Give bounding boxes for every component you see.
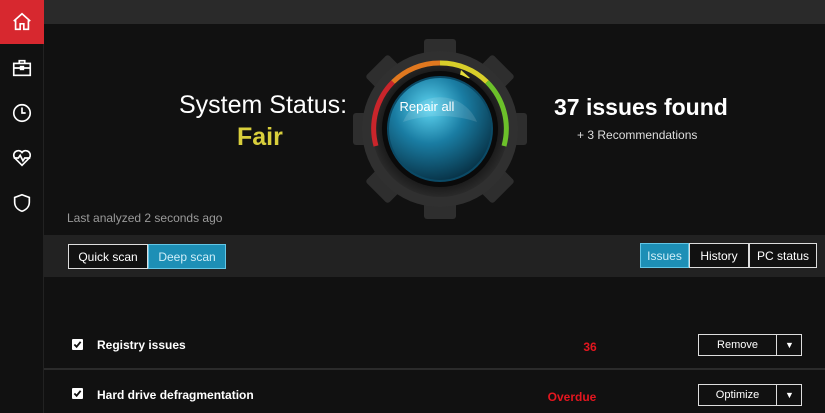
- tab-history[interactable]: History: [689, 243, 749, 268]
- issues-list: Registry issues 36 Remove ▼ Hard drive d…: [44, 277, 825, 413]
- status-gauge: [353, 39, 527, 219]
- system-status-value: Fair: [237, 123, 283, 151]
- nav-history[interactable]: [0, 91, 44, 135]
- row-label: Registry issues: [97, 338, 186, 352]
- tab-issues[interactable]: Issues: [640, 243, 689, 268]
- checkmark-icon: [73, 390, 82, 398]
- title-bar: [44, 0, 825, 24]
- briefcase-icon: [12, 59, 32, 77]
- row-label: Hard drive defragmentation: [97, 388, 254, 402]
- list-item: Registry issues 36 Remove ▼: [44, 325, 825, 365]
- repair-all-button[interactable]: Repair all: [372, 99, 482, 114]
- shield-icon: [13, 193, 31, 213]
- row-checkbox[interactable]: [72, 339, 83, 350]
- chevron-down-icon: ▼: [785, 390, 794, 400]
- deep-scan-button[interactable]: Deep scan: [148, 244, 226, 269]
- quick-scan-button[interactable]: Quick scan: [68, 244, 148, 269]
- nav-protection[interactable]: [0, 181, 44, 225]
- remove-dropdown[interactable]: ▼: [777, 335, 802, 355]
- remove-button[interactable]: Remove: [699, 335, 777, 355]
- recommendations-link[interactable]: + 3 Recommendations: [577, 128, 697, 142]
- row-value: Overdue: [547, 390, 597, 404]
- last-analyzed-text: Last analyzed 2 seconds ago: [67, 211, 223, 225]
- row-checkbox[interactable]: [72, 388, 83, 399]
- home-icon: [13, 12, 31, 31]
- tab-pc-status[interactable]: PC status: [749, 243, 817, 268]
- row-value: 36: [583, 340, 597, 354]
- chevron-down-icon: ▼: [785, 340, 794, 350]
- remove-action: Remove ▼: [698, 334, 802, 356]
- optimize-dropdown[interactable]: ▼: [777, 385, 802, 405]
- optimize-button[interactable]: Optimize: [699, 385, 777, 405]
- optimize-action: Optimize ▼: [698, 384, 802, 406]
- nav-home[interactable]: [0, 0, 44, 44]
- status-panel: System Status: Fair Repair all 37 issues…: [44, 24, 825, 235]
- sidebar: [0, 0, 44, 413]
- issues-found-count: 37 issues found: [554, 94, 728, 120]
- nav-toolbox[interactable]: [0, 46, 44, 90]
- list-item: Hard drive defragmentation Overdue Optim…: [44, 375, 825, 413]
- nav-health[interactable]: [0, 136, 44, 180]
- system-status-label: System Status:: [179, 91, 348, 119]
- heartbeat-icon: [12, 149, 32, 167]
- scan-toolbar: Quick scan Deep scan Issues History PC s…: [44, 235, 825, 277]
- clock-icon: [12, 103, 32, 123]
- row-divider: [44, 368, 825, 370]
- checkmark-icon: [73, 341, 82, 349]
